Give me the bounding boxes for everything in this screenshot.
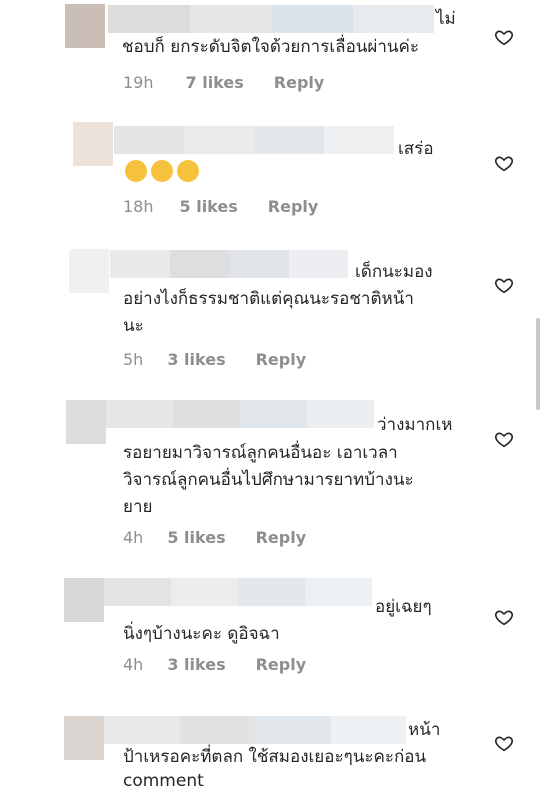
comment-text-line: อยู่เฉยๆ: [375, 597, 432, 617]
comment-text-line: เสร่อ: [398, 139, 434, 159]
comment-time: 4h: [123, 528, 144, 547]
comment-text-line: วิจารณ์ลูกคนอื่นไปศึกษามารยาทบ้างนะ: [123, 470, 414, 490]
reply-button[interactable]: Reply: [268, 197, 319, 216]
comment-meta: 4h 3 likes Reply: [123, 655, 306, 674]
comment-time: 5h: [123, 350, 144, 369]
comment-text-line: ไม่: [436, 9, 456, 29]
avatar[interactable]: [64, 716, 104, 760]
comment-time: 4h: [123, 655, 144, 674]
likes-count[interactable]: 3 likes: [167, 350, 225, 369]
comment-text-line: ป้าเหรอคะที่ตลก ใช้สมองเยอะๆนะคะก่อน: [123, 747, 427, 767]
comment-text-line: ชอบก็ ยกระดับจิตใจด้วยการเลื่อนผ่านค่ะ: [122, 37, 420, 57]
heart-outline-icon[interactable]: [494, 276, 514, 294]
blurred-username[interactable]: [114, 126, 394, 154]
avatar[interactable]: [73, 122, 113, 166]
blurred-username[interactable]: [104, 716, 406, 744]
comment-meta: 18h 5 likes Reply: [123, 197, 318, 216]
heart-outline-icon[interactable]: [494, 734, 514, 752]
comment-meta: 4h 5 likes Reply: [123, 528, 306, 547]
comment-text-line: รอยายมาวิจารณ์ลูกคนอื่นอะ เอาเวลา: [123, 443, 398, 463]
comment-text-line: อย่างไงก็ธรรมชาติแต่คุณนะรอชาติหน้า: [123, 289, 414, 309]
comment-text-line: นิ่งๆบ้างนะคะ ดูอิจฉา: [123, 624, 280, 644]
reply-button[interactable]: Reply: [256, 655, 307, 674]
reply-button[interactable]: Reply: [274, 73, 325, 92]
blurred-username[interactable]: [104, 578, 372, 606]
emoji-row: [125, 158, 203, 185]
likes-count[interactable]: 3 likes: [167, 655, 225, 674]
comment-text-line: หน้า: [408, 720, 441, 740]
scrollbar[interactable]: [536, 318, 540, 410]
comment-text-line: ยาย: [123, 497, 153, 517]
heart-outline-icon[interactable]: [494, 430, 514, 448]
blurred-username[interactable]: [110, 250, 348, 278]
avatar[interactable]: [69, 249, 109, 293]
likes-count[interactable]: 5 likes: [167, 528, 225, 547]
comment-time: 19h: [123, 73, 154, 92]
blurred-username[interactable]: [106, 400, 374, 428]
comment-meta: 19h 7 likes Reply: [123, 73, 324, 92]
unamused-face-icon: [125, 160, 147, 182]
comment-text-line: comment: [123, 771, 204, 791]
comment-time: 18h: [123, 197, 154, 216]
avatar[interactable]: [64, 578, 104, 622]
avatar[interactable]: [65, 4, 105, 48]
reply-button[interactable]: Reply: [256, 528, 307, 547]
comment-text-line: ว่างมากเห: [377, 415, 453, 435]
reply-button[interactable]: Reply: [256, 350, 307, 369]
heart-outline-icon[interactable]: [494, 608, 514, 626]
likes-count[interactable]: 5 likes: [180, 197, 238, 216]
comment-text-line: เด็กนะมอง: [355, 262, 433, 282]
blurred-username[interactable]: [108, 5, 434, 33]
avatar[interactable]: [66, 400, 106, 444]
comment-meta: 5h 3 likes Reply: [123, 350, 306, 369]
unamused-face-icon: [177, 160, 199, 182]
comment-text-line: นะ: [123, 316, 144, 336]
likes-count[interactable]: 7 likes: [186, 73, 244, 92]
heart-outline-icon[interactable]: [494, 154, 514, 172]
unamused-face-icon: [151, 160, 173, 182]
heart-outline-icon[interactable]: [494, 28, 514, 46]
